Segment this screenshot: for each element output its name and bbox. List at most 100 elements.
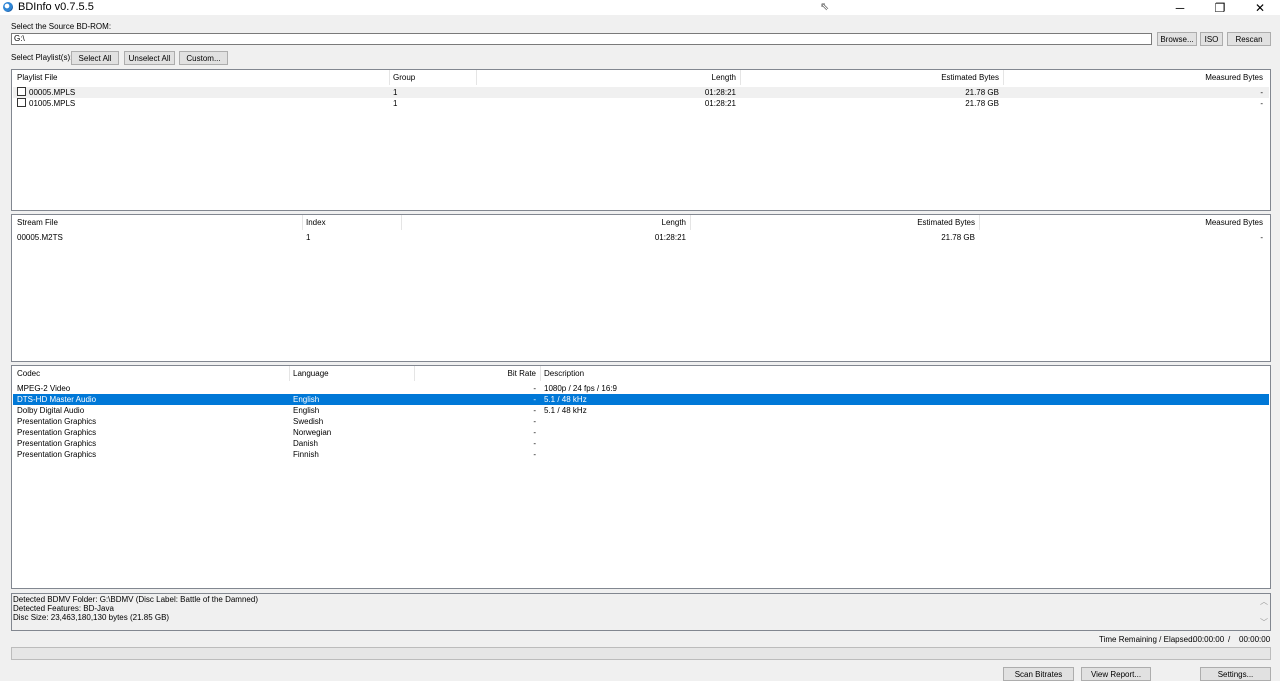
restore-button[interactable]: ❐ — [1200, 0, 1240, 15]
codec-list[interactable]: Codec Language Bit Rate Description MPEG… — [11, 365, 1271, 589]
codec-name: Presentation Graphics — [17, 428, 97, 437]
status-line: Disc Size: 23,463,180,130 bytes (21.85 G… — [13, 613, 170, 622]
app-icon — [3, 2, 13, 12]
column-header-description[interactable]: Description — [540, 366, 1267, 381]
codec-language: Finnish — [293, 450, 319, 459]
codec-name: Presentation Graphics — [17, 439, 97, 448]
stream-file: 00005.M2TS — [17, 233, 63, 242]
window-title: BDInfo v0.7.5.5 — [18, 1, 94, 13]
codec-description: 1080p / 24 fps / 16:9 — [544, 384, 617, 393]
settings-button[interactable]: Settings... — [1200, 667, 1271, 681]
codec-row[interactable]: MPEG-2 Video - 1080p / 24 fps / 16:9 — [13, 383, 1269, 394]
source-path-input[interactable]: G:\ — [11, 33, 1152, 45]
source-label: Select the Source BD-ROM: — [11, 22, 112, 31]
scroll-up-icon[interactable]: ︿ — [1260, 596, 1268, 607]
codec-row[interactable]: Presentation Graphics Danish - — [13, 438, 1269, 449]
codec-description — [540, 416, 1260, 427]
codec-language: English — [293, 406, 320, 415]
playlist-group: 1 — [393, 88, 398, 97]
codec-name: MPEG-2 Video — [17, 384, 71, 393]
time-remaining-value: 00:00:00 — [1193, 635, 1225, 644]
playlist-length: 01:28:21 — [704, 99, 736, 108]
stream-estimated-bytes: 21.78 GB — [941, 233, 975, 242]
column-header-playlist-file[interactable]: Playlist File — [13, 70, 389, 85]
column-header-measured-bytes[interactable]: Measured Bytes — [979, 215, 1267, 230]
codec-description — [540, 427, 1260, 438]
column-header-length[interactable]: Length — [476, 70, 740, 85]
column-header-bit-rate[interactable]: Bit Rate — [414, 366, 540, 381]
playlist-estimated-bytes: 21.78 GB — [965, 99, 999, 108]
codec-bit-rate: - — [533, 439, 536, 448]
codec-language: Danish — [293, 439, 318, 448]
codec-language — [289, 383, 414, 394]
status-line: Detected Features: BD-Java — [13, 604, 114, 613]
codec-row[interactable]: Presentation Graphics Finnish - — [13, 449, 1269, 460]
codec-bit-rate: - — [533, 417, 536, 426]
stream-list[interactable]: Stream File Index Length Estimated Bytes… — [11, 214, 1271, 362]
codec-name: DTS-HD Master Audio — [17, 395, 97, 404]
browse-button[interactable]: Browse... — [1157, 32, 1197, 46]
codec-description — [540, 449, 1260, 460]
codec-bit-rate: - — [533, 428, 536, 437]
codec-name: Dolby Digital Audio — [17, 406, 85, 415]
playlist-checkbox[interactable] — [17, 98, 26, 108]
stream-length: 01:28:21 — [654, 233, 686, 242]
select-all-button[interactable]: Select All — [71, 51, 119, 65]
codec-bit-rate: - — [533, 395, 536, 404]
playlist-row[interactable]: 00005.MPLS 1 01:28:21 21.78 GB - — [13, 87, 1269, 98]
time-remaining-label: Time Remaining / Elapsed: — [1099, 635, 1195, 644]
codec-language: English — [293, 395, 320, 404]
mouse-cursor-icon: ⇖ — [820, 1, 830, 13]
stream-row[interactable]: 00005.M2TS 1 01:28:21 21.78 GB - — [13, 232, 1269, 243]
codec-language: Norwegian — [293, 428, 332, 437]
playlist-list[interactable]: Playlist File Group Length Estimated Byt… — [11, 69, 1271, 211]
codec-header: Codec Language Bit Rate Description — [12, 366, 1270, 381]
playlist-measured-bytes: - — [1260, 88, 1263, 97]
playlist-file: 01005.MPLS — [29, 99, 76, 108]
scroll-down-icon[interactable]: ﹀ — [1260, 617, 1268, 628]
close-button[interactable]: ✕ — [1240, 0, 1280, 15]
select-playlists-label: Select Playlist(s): — [11, 53, 73, 62]
column-header-group[interactable]: Group — [389, 70, 476, 85]
column-header-index[interactable]: Index — [302, 215, 401, 230]
playlist-length: 01:28:21 — [704, 88, 736, 97]
codec-row[interactable]: Dolby Digital Audio English - 5.1 / 48 k… — [13, 405, 1269, 416]
codec-bit-rate: - — [533, 406, 536, 415]
codec-description — [540, 438, 1260, 449]
playlist-header: Playlist File Group Length Estimated Byt… — [12, 70, 1270, 85]
rescan-button[interactable]: Rescan — [1227, 32, 1271, 46]
iso-button[interactable]: ISO — [1200, 32, 1223, 46]
column-header-codec[interactable]: Codec — [13, 366, 289, 381]
scan-bitrates-button[interactable]: Scan Bitrates — [1003, 667, 1074, 681]
playlist-checkbox[interactable] — [17, 87, 26, 97]
codec-name: Presentation Graphics — [17, 417, 97, 426]
time-separator: / — [1228, 635, 1231, 644]
column-header-measured-bytes[interactable]: Measured Bytes — [1003, 70, 1267, 85]
scan-progress-bar — [11, 647, 1271, 660]
codec-row[interactable]: Presentation Graphics Norwegian - — [13, 427, 1269, 438]
column-header-length[interactable]: Length — [401, 215, 690, 230]
codec-bit-rate: - — [533, 384, 536, 393]
status-textbox[interactable]: Detected BDMV Folder: G:\BDMV (Disc Labe… — [11, 593, 1271, 631]
playlist-estimated-bytes: 21.78 GB — [965, 88, 999, 97]
time-elapsed-value: 00:00:00 — [1239, 635, 1271, 644]
column-header-stream-file[interactable]: Stream File — [13, 215, 302, 230]
codec-row-selected[interactable]: DTS-HD Master Audio English - 5.1 / 48 k… — [13, 394, 1269, 405]
column-header-estimated-bytes[interactable]: Estimated Bytes — [740, 70, 1003, 85]
column-header-estimated-bytes[interactable]: Estimated Bytes — [690, 215, 979, 230]
playlist-row[interactable]: 01005.MPLS 1 01:28:21 21.78 GB - — [13, 98, 1269, 109]
playlist-measured-bytes: - — [1260, 99, 1263, 108]
status-line: Detected BDMV Folder: G:\BDMV (Disc Labe… — [13, 595, 258, 604]
custom-button[interactable]: Custom... — [179, 51, 228, 65]
column-header-language[interactable]: Language — [289, 366, 414, 381]
stream-header: Stream File Index Length Estimated Bytes… — [12, 215, 1270, 230]
unselect-all-button[interactable]: Unselect All — [124, 51, 175, 65]
codec-bit-rate: - — [533, 450, 536, 459]
minimize-button[interactable]: ─ — [1160, 0, 1200, 15]
codec-row[interactable]: Presentation Graphics Swedish - — [13, 416, 1269, 427]
playlist-group: 1 — [393, 99, 398, 108]
stream-index: 1 — [306, 233, 311, 242]
view-report-button[interactable]: View Report... — [1081, 667, 1151, 681]
codec-language: Swedish — [293, 417, 324, 426]
title-bar: BDInfo v0.7.5.5 ─ ❐ ✕ — [0, 0, 1280, 15]
